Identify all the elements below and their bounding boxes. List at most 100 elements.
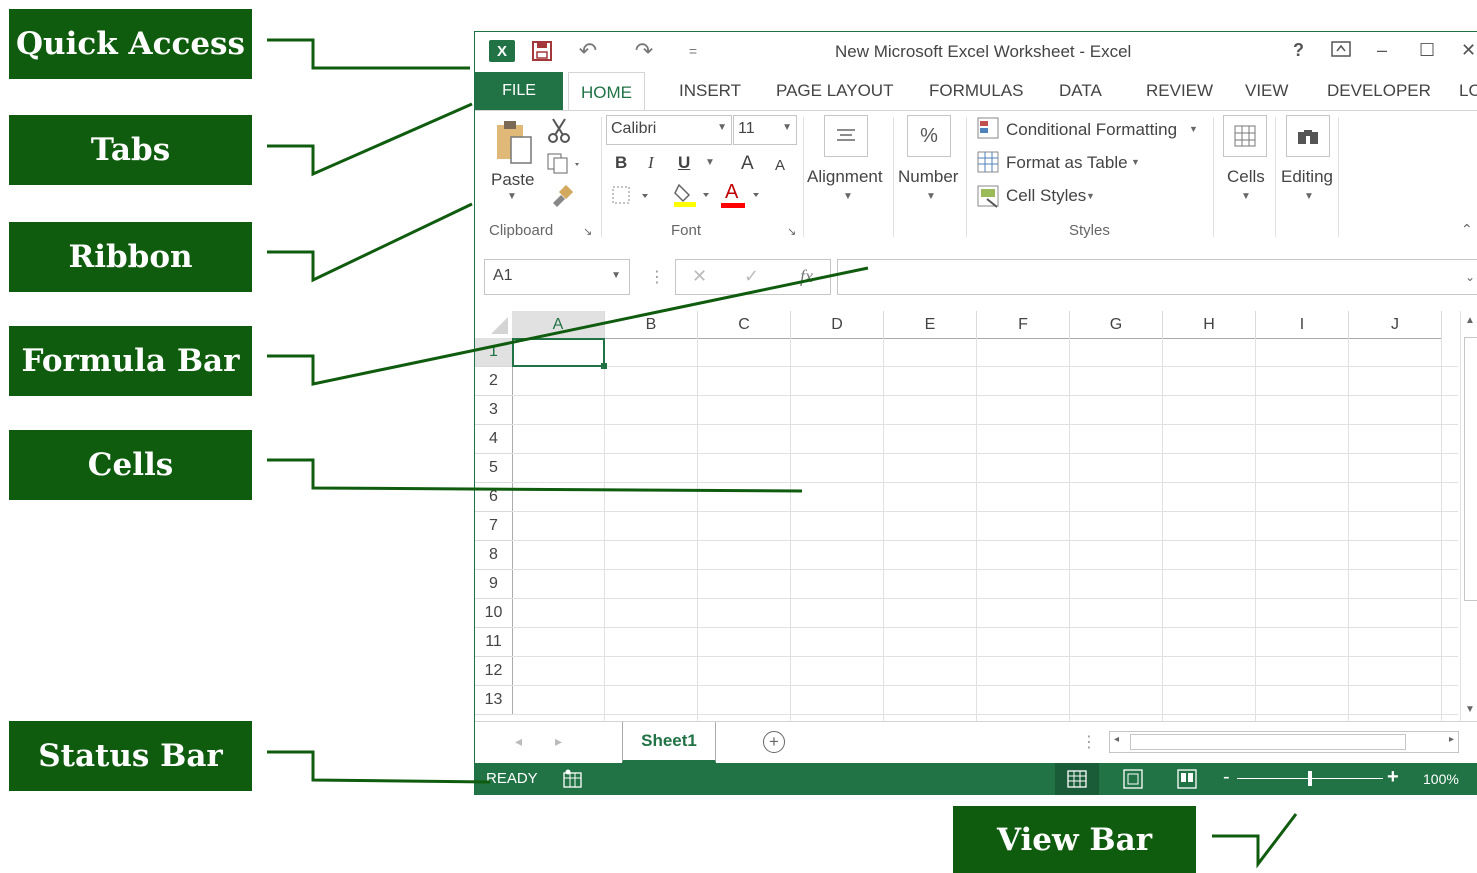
row-header[interactable]: 4 [475,425,513,454]
fill-handle[interactable] [601,363,607,369]
tab-formulas[interactable]: FORMULAS [929,72,1023,110]
zoom-slider[interactable] [1237,771,1383,786]
minimize-button[interactable]: – [1377,40,1387,61]
sheet-scroll-right-icon[interactable]: ▸ [555,733,562,750]
format-as-table-button[interactable]: Format as Table [1006,153,1128,173]
tab-insert[interactable]: INSERT [679,72,741,110]
scroll-thumb[interactable] [1464,337,1477,601]
sheet-scroll-left-icon[interactable]: ◂ [515,733,522,750]
cut-icon[interactable] [547,117,571,148]
alignment-dropdown-icon[interactable]: ▼ [843,191,853,202]
row-header[interactable]: 8 [475,541,513,570]
paste-button[interactable]: Paste [491,170,534,190]
tab-developer[interactable]: DEVELOPER [1327,72,1431,110]
column-header[interactable]: E [884,311,977,339]
column-header[interactable]: F [977,311,1070,339]
zoom-slider-thumb[interactable] [1308,771,1312,786]
cells-button[interactable]: Cells [1227,167,1265,187]
ribbon-display-options-icon[interactable] [1331,40,1351,63]
insert-function-icon[interactable]: fx [800,266,813,287]
editing-dropdown-icon[interactable]: ▼ [1304,191,1314,202]
cell-styles-button[interactable]: Cell Styles [1006,186,1086,206]
zoom-level[interactable]: 100% [1423,771,1459,787]
page-layout-view-icon[interactable] [1123,769,1143,794]
cells-icon[interactable] [1223,115,1267,157]
alignment-button[interactable]: Alignment [807,167,883,187]
formula-input[interactable]: ⌄ [837,259,1477,295]
expand-formula-icon[interactable]: ⌄ [1465,270,1475,284]
hscroll-thumb[interactable] [1130,734,1406,750]
cancel-icon[interactable]: ✕ [692,266,707,287]
row-header[interactable]: 5 [475,454,513,483]
scroll-up-icon[interactable]: ▲ [1465,315,1475,326]
row-header[interactable]: 12 [475,657,513,686]
conditional-formatting-button[interactable]: Conditional Formatting [1006,120,1177,140]
row-header[interactable]: 11 [475,628,513,657]
editing-button[interactable]: Editing [1281,167,1333,187]
chevron-down-icon[interactable]: ▼ [1131,157,1140,167]
row-header[interactable]: 10 [475,599,513,628]
cells-area[interactable] [512,338,1458,721]
close-button[interactable]: ✕ [1461,40,1476,61]
grow-font-button[interactable]: A [741,153,754,175]
maximize-button[interactable]: ☐ [1419,40,1435,61]
underline-dropdown-icon[interactable]: ▼ [705,157,715,168]
sheet-tab-sheet1[interactable]: Sheet1 [622,722,716,763]
font-launcher-icon[interactable]: ↘ [787,225,796,238]
tab-review[interactable]: REVIEW [1146,72,1213,110]
fill-color-icon[interactable] [673,181,713,214]
row-header[interactable]: 6 [475,483,513,512]
bold-button[interactable]: B [615,153,627,173]
tab-file[interactable]: FILE [475,72,563,110]
column-header[interactable]: G [1070,311,1163,339]
borders-icon[interactable] [612,185,652,212]
tab-home[interactable]: HOME [568,72,645,112]
column-header[interactable]: I [1256,311,1349,339]
row-header[interactable]: 13 [475,686,513,715]
chevron-down-icon[interactable]: ▼ [1189,124,1198,134]
paste-icon[interactable] [495,119,535,170]
collapse-ribbon-icon[interactable]: ⌃ [1461,221,1473,238]
vertical-scrollbar[interactable]: ▲ ▼ [1460,311,1477,721]
column-header[interactable]: J [1349,311,1442,339]
horizontal-scrollbar[interactable]: ◂ ▸ [1109,731,1459,753]
font-color-icon[interactable]: A [721,181,761,214]
number-dropdown-icon[interactable]: ▼ [926,191,936,202]
undo-icon[interactable]: ↶ [573,38,603,63]
add-sheet-button[interactable]: + [763,731,785,753]
alignment-icon[interactable] [824,115,868,157]
column-header[interactable]: C [698,311,791,339]
row-header[interactable]: 3 [475,396,513,425]
column-header[interactable]: H [1163,311,1256,339]
font-size-select[interactable]: 11 ▼ [733,115,797,145]
normal-view-icon[interactable] [1055,763,1099,795]
row-header[interactable]: 7 [475,512,513,541]
save-icon[interactable] [531,40,553,62]
row-header[interactable]: 2 [475,367,513,396]
redo-icon[interactable]: ↷ [629,38,659,63]
macro-record-icon[interactable] [563,769,583,794]
scroll-down-icon[interactable]: ▼ [1465,704,1475,715]
paste-dropdown-icon[interactable]: ▼ [507,191,517,202]
format-painter-icon[interactable] [549,184,574,212]
help-icon[interactable]: ? [1293,40,1304,61]
number-button[interactable]: Number [898,167,958,187]
number-format-icon[interactable]: % [907,115,951,157]
drag-handle-icon[interactable]: ⋮ [1081,732,1097,752]
column-header[interactable]: D [791,311,884,339]
copy-icon[interactable] [547,153,583,180]
drag-handle-icon[interactable]: ⋮ [649,267,665,287]
underline-button[interactable]: U [678,153,690,173]
font-name-select[interactable]: Calibri ▼ [606,115,732,145]
customize-toolbar-icon[interactable]: = [685,40,701,62]
italic-button[interactable]: I [648,153,654,173]
column-header[interactable]: A [512,311,605,340]
chevron-down-icon[interactable]: ▼ [1086,191,1095,201]
hscroll-left-icon[interactable]: ◂ [1114,734,1119,745]
select-all-corner[interactable] [475,311,513,339]
row-header[interactable]: 9 [475,570,513,599]
cells-dropdown-icon[interactable]: ▼ [1241,191,1251,202]
clipboard-launcher-icon[interactable]: ↘ [583,225,592,238]
name-box[interactable]: A1 ▼ [484,259,630,295]
find-binoculars-icon[interactable] [1286,115,1330,157]
